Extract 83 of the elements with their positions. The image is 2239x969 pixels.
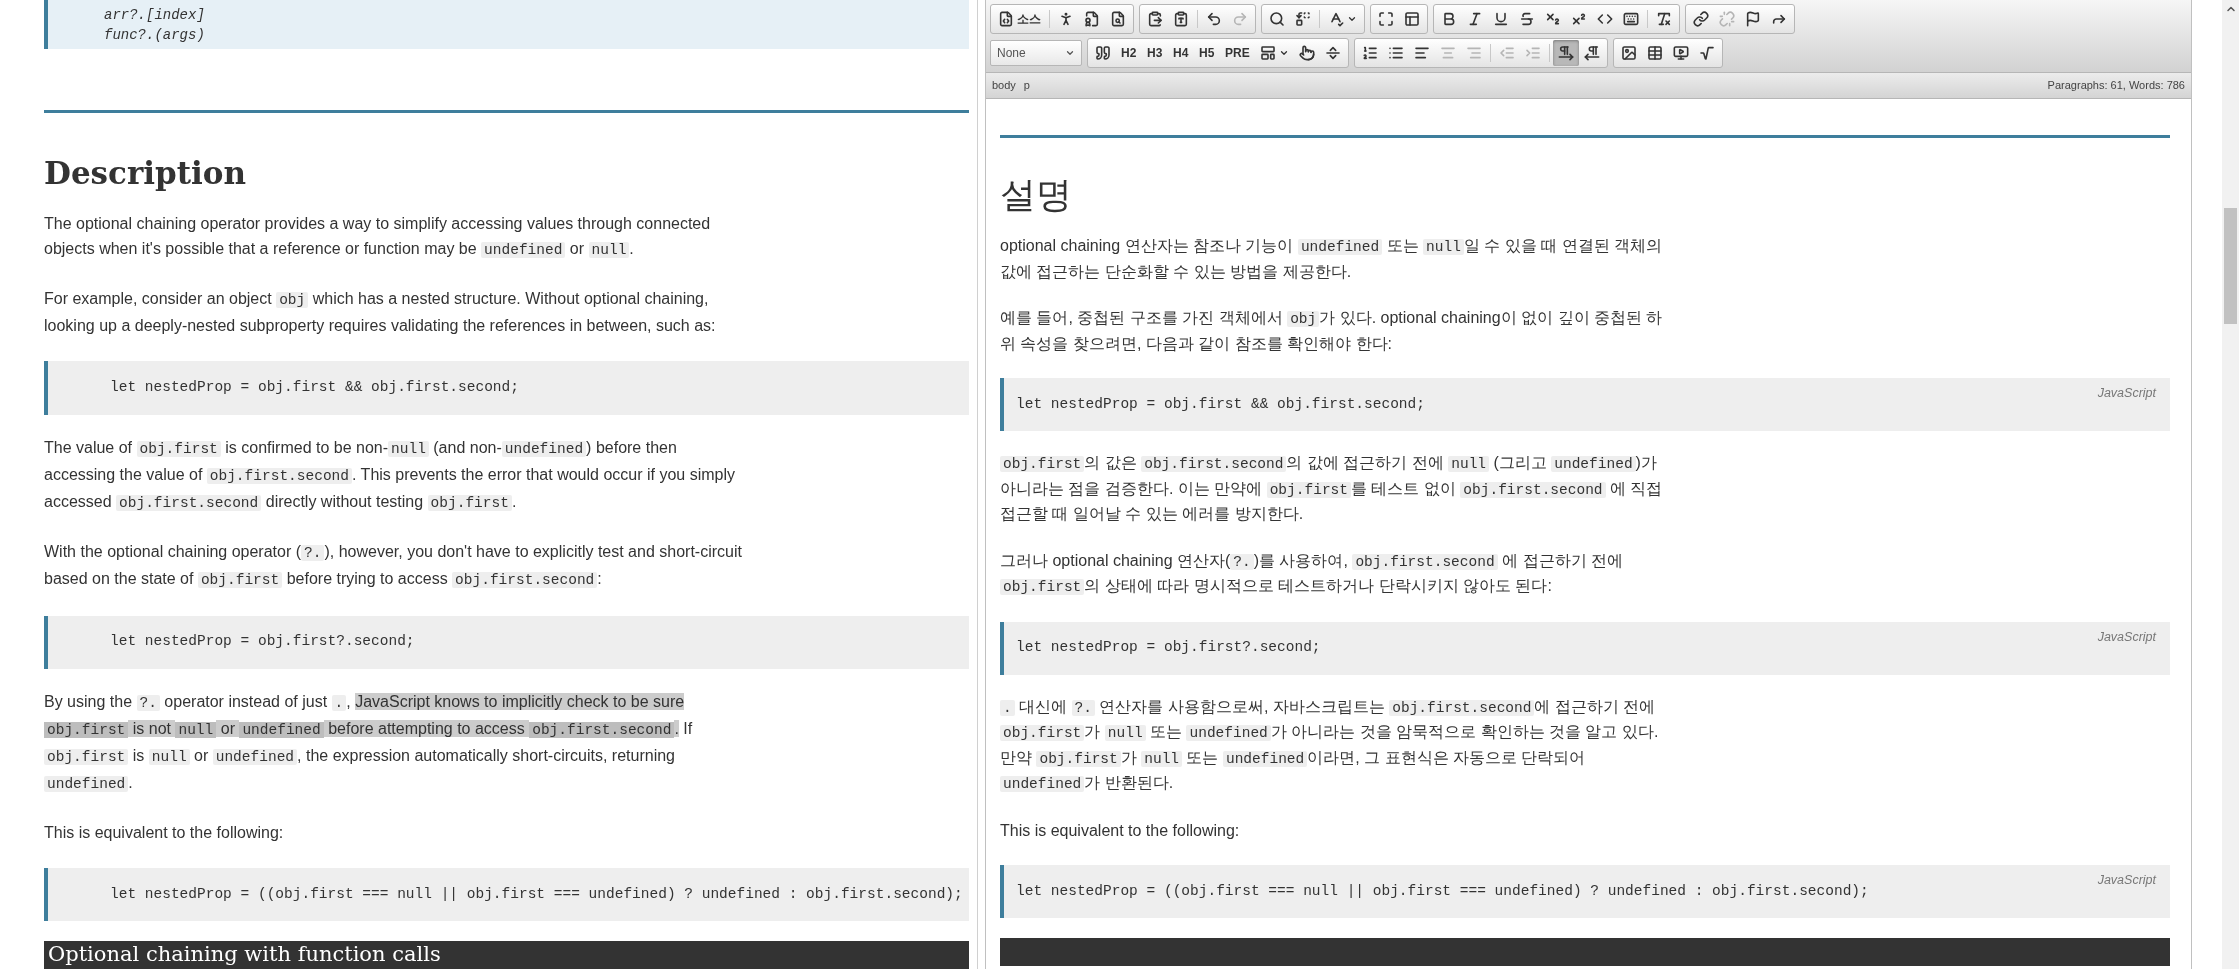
pilcrow-right-icon bbox=[1557, 45, 1574, 61]
paragraph: By using the ?. operator instead of just . , JavaScript knows to implicitly check to be sure obj.first is not null or undefined before attempting to access obj.first.second . If obj.first is null or undefined , the expression automatically short-circuits, returning undefined . bbox=[44, 691, 694, 794]
file-badge-icon bbox=[1084, 11, 1100, 27]
redo-icon bbox=[1232, 11, 1248, 27]
spellcheck-icon bbox=[1328, 11, 1344, 27]
search-icon bbox=[1269, 11, 1285, 27]
paragraph: This is equivalent to the following: bbox=[1000, 820, 1241, 841]
section-heading: Optional chaining with function calls bbox=[48, 941, 441, 969]
section-title: 설명 bbox=[1000, 173, 1073, 217]
underline-icon bbox=[1493, 11, 1509, 27]
paragraph: The value of obj.first is confirmed to be non- null (and non- undefined ) before then accessing the value of obj.first.second . This prevents the error that would occur if you simply accessed obj.first.second directly without testing obj.first . bbox=[44, 437, 736, 513]
preformatted-button[interactable]: PRE bbox=[1220, 40, 1255, 66]
quote-icon bbox=[1095, 45, 1111, 61]
code-line: let nestedProp = obj.first?.second; bbox=[110, 632, 415, 652]
maximize-icon bbox=[1378, 11, 1394, 27]
paragraph: The optional chaining operator provides a way to simplify accessing values through connected objects when it's possible that a reference or function may be undefined or null . bbox=[44, 214, 712, 261]
language-label: JavaScript bbox=[2097, 872, 2156, 889]
heading-button[interactable]: H2 bbox=[1116, 40, 1142, 66]
paragraph: With the optional chaining operator ( ?. ), however, you don't have to explicitly test and short-circuit based on the state of obj.first before trying to access obj.first.second : bbox=[44, 541, 742, 590]
person-icon bbox=[1058, 11, 1074, 27]
bold-icon bbox=[1441, 11, 1457, 27]
outdent-icon bbox=[1498, 45, 1515, 61]
indent-icon bbox=[1524, 45, 1541, 61]
numbered-list-icon bbox=[1361, 45, 1378, 61]
remove-format-icon bbox=[1656, 11, 1672, 27]
flag-icon bbox=[1745, 11, 1761, 27]
video-icon bbox=[1672, 45, 1689, 61]
code-line: let nestedProp = ((obj.first === null || obj.first === undefined) ? undefined : obj.first.second); bbox=[110, 884, 963, 904]
paragraph: . 대신에 ?. 연산자를 사용함으로써, 자바스크립트는 obj.first.second 에 접근하기 전에 obj.first 가 null 또는 undefined 가 아니라는 것을 암묵적으로 확인하는 것을 알고 있다. 만약 obj.first 가 null 또는 undefined 이라면, 그 표현식은 자동으로 단락되어 undefined 가 반환된다. bbox=[1000, 696, 1660, 794]
syntax-line: arr?.[index] bbox=[104, 5, 206, 25]
template-icon bbox=[1259, 45, 1276, 61]
pilcrow-left-icon bbox=[1583, 45, 1600, 61]
code-line: let nestedProp = obj.first && obj.first.second; bbox=[1016, 394, 1425, 414]
heading-button[interactable]: H5 bbox=[1194, 40, 1220, 66]
align-right-icon bbox=[1465, 45, 1482, 61]
table-icon bbox=[1646, 45, 1663, 61]
file-search-icon bbox=[1110, 11, 1126, 27]
subscript-icon bbox=[1545, 11, 1561, 27]
syntax-line: func?.(args) bbox=[104, 25, 206, 45]
section-title: Description bbox=[44, 154, 248, 194]
align-center-icon bbox=[1439, 45, 1456, 61]
code-line: let nestedProp = obj.first?.second; bbox=[1016, 638, 1321, 658]
italic-icon bbox=[1467, 11, 1483, 27]
heading-button[interactable]: H4 bbox=[1168, 40, 1194, 66]
clipboard-type-icon bbox=[1173, 11, 1189, 27]
separator-icon bbox=[1324, 45, 1341, 61]
keyboard-icon bbox=[1623, 11, 1639, 27]
file-code-icon bbox=[998, 11, 1014, 27]
paragraph: This is equivalent to the following: bbox=[44, 822, 285, 843]
heading-button[interactable]: H3 bbox=[1142, 40, 1168, 66]
path-item[interactable]: p bbox=[1023, 77, 1030, 94]
code-line: let nestedProp = obj.first && obj.first.second; bbox=[110, 378, 519, 397]
superscript-icon bbox=[1571, 11, 1587, 27]
paragraph: obj.first 의 값은 obj.first.second 의 값에 접근하기 전에 null (그리고 undefined )가 아니라는 점을 검증한다. 이는 만약에 obj.first 를 테스트 없이 obj.first.second 에 직접 접근할 때 일어날 수 있는 에러를 방지한다. bbox=[1000, 453, 1664, 524]
replace-icon bbox=[1295, 11, 1311, 27]
code-icon bbox=[1597, 11, 1613, 27]
left-to-right-button[interactable] bbox=[1552, 40, 1579, 66]
code-line: let nestedProp = ((obj.first === null || obj.first === undefined) ? undefined : obj.first.second); bbox=[1016, 881, 1869, 901]
image-icon bbox=[1620, 45, 1637, 61]
source-button[interactable]: 소스 bbox=[993, 6, 1046, 32]
paragraph: optional chaining 연산자는 참조나 기능이 undefined 또는 null 일 수 있을 때 연결된 객체의 값에 접근하는 단순화할 수 있는 방법을 제공한다. bbox=[1000, 236, 1664, 282]
bulleted-list-icon bbox=[1387, 45, 1404, 61]
panels-icon bbox=[1404, 11, 1420, 27]
radical-icon bbox=[1698, 45, 1715, 61]
language-label: JavaScript bbox=[2097, 628, 2156, 646]
pointer-icon bbox=[1298, 45, 1315, 61]
strikethrough-icon bbox=[1519, 11, 1535, 27]
format-select[interactable]: None bbox=[990, 40, 1082, 66]
align-left-icon bbox=[1413, 45, 1430, 61]
clipboard-icon bbox=[1147, 11, 1163, 27]
caret-icon bbox=[1065, 48, 1075, 58]
paragraph: For example, consider an object obj which has a nested structure. Without optional chaining, looking up a deeply-nested subproperty requires validating the references in between, such as: bbox=[44, 289, 717, 337]
path-item[interactable]: body bbox=[992, 77, 1016, 94]
paragraph: 예를 들어, 중첩된 구조를 가진 객체에서 obj 가 있다. optional chaining이 없이 깊이 중첩된 하위 속성을 찾으려면, 다음과 같이 참조를 확인해야 한다: bbox=[1000, 308, 1664, 354]
caret-icon bbox=[1347, 14, 1357, 24]
unlink-icon bbox=[1719, 11, 1735, 27]
undo-icon bbox=[1206, 11, 1222, 27]
link-icon bbox=[1693, 11, 1709, 27]
word-count: Paragraphs: 61, Words: 786 bbox=[2047, 78, 2185, 94]
caret-icon bbox=[1278, 48, 1289, 58]
paragraph: 그러나 optional chaining 연산자( ?. )를 사용하여, obj.first.second 에 접근하기 전에 obj.first 의 상태에 따라 명시적으로 테스트하거나 단락시키지 않아도 된다: bbox=[1000, 550, 1624, 597]
language-label: JavaScript bbox=[2097, 385, 2156, 402]
scrollbar-thumb[interactable] bbox=[2224, 208, 2237, 324]
